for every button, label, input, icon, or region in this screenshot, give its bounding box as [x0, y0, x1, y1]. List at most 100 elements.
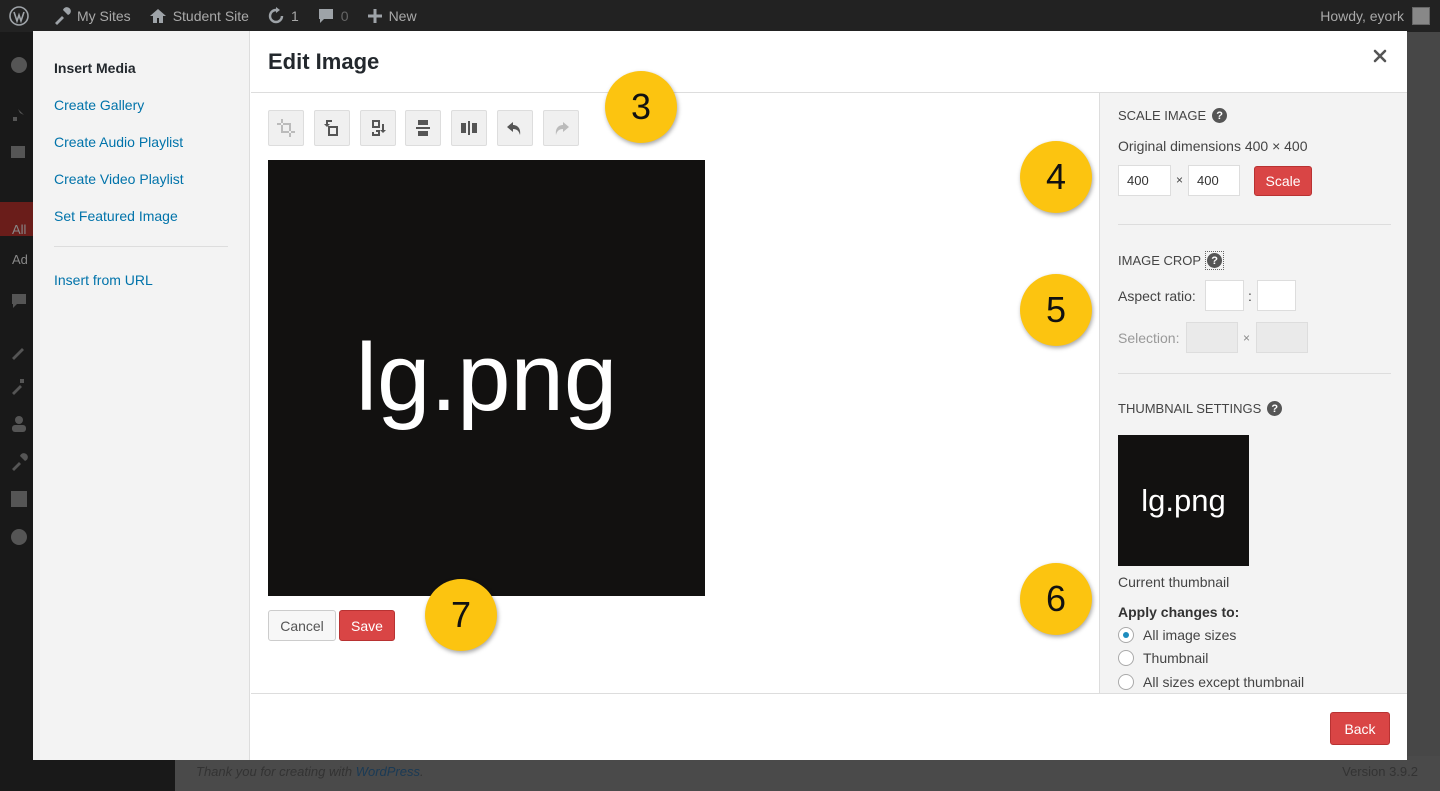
crop-icon: [277, 119, 295, 137]
callout-4: 4: [1020, 141, 1092, 213]
radio-unchecked: [1118, 650, 1134, 666]
updates-count: 1: [290, 8, 299, 24]
flip-vertical-button[interactable]: [405, 110, 441, 146]
scale-image-heading: SCALE IMAGE ?: [1118, 108, 1228, 123]
redo-button[interactable]: [543, 110, 579, 146]
my-sites-label: My Sites: [77, 8, 131, 24]
media-frame-toolbar: Back: [251, 693, 1407, 760]
home-icon: [149, 9, 166, 23]
plugins-icon: [10, 377, 28, 395]
radio-all-except-thumbnail[interactable]: All sizes except thumbnail: [1118, 674, 1304, 690]
aspect-ratio-label: Aspect ratio:: [1118, 288, 1196, 304]
greeting: Howdy, eyork: [1320, 8, 1404, 24]
pin-icon: [10, 105, 28, 123]
thumbnail-settings-heading: THUMBNAIL SETTINGS ?: [1118, 401, 1283, 416]
menu-item-create-gallery[interactable]: Create Gallery: [54, 97, 144, 113]
new-label: New: [388, 8, 417, 24]
image-crop-title: IMAGE CROP: [1118, 253, 1202, 268]
selection-height-input: [1256, 322, 1308, 353]
current-thumbnail-label: Current thumbnail: [1118, 574, 1230, 590]
collapse-icon: [10, 528, 28, 546]
admin-bar: My Sites Student Site 1 0 New Howdy, eyo…: [0, 0, 1440, 32]
rotate-left-button[interactable]: [314, 110, 350, 146]
aspect-ratio-height-input[interactable]: [1257, 280, 1296, 311]
help-icon[interactable]: ?: [1212, 108, 1228, 123]
menu-item-insert-from-url[interactable]: Insert from URL: [54, 272, 153, 288]
wordpress-logo-icon[interactable]: [0, 0, 44, 32]
menu-partial-add: Ad: [12, 252, 28, 267]
site-name-label: Student Site: [172, 8, 249, 24]
rotate-left-icon: [324, 120, 338, 136]
settings-icon: [10, 490, 28, 508]
scale-height-input[interactable]: 400: [1188, 165, 1240, 196]
menu-item-create-audio-playlist[interactable]: Create Audio Playlist: [54, 134, 183, 150]
footer-version: Version 3.9.2: [1342, 764, 1418, 779]
back-button[interactable]: Back: [1330, 712, 1390, 745]
new-content-menu[interactable]: New: [358, 0, 426, 32]
menu-separator: [54, 246, 228, 247]
menu-item-insert-media[interactable]: Insert Media: [54, 60, 136, 76]
comments-menu[interactable]: 0: [308, 0, 358, 32]
current-thumbnail-image: lg.png: [1118, 435, 1249, 566]
image-editor: lg.png Cancel Save: [251, 93, 1099, 693]
help-icon[interactable]: ?: [1267, 401, 1283, 416]
selection-label: Selection:: [1118, 330, 1180, 346]
avatar: [1412, 7, 1430, 25]
scale-width-input[interactable]: 400: [1118, 165, 1171, 196]
wordpress-link[interactable]: WordPress: [356, 764, 420, 779]
cancel-button[interactable]: Cancel: [268, 610, 336, 641]
image-preview-text: lg.png: [355, 324, 618, 431]
flip-horizontal-icon: [461, 121, 477, 135]
media-frame-title: Edit Image: [251, 31, 1407, 93]
help-focus-box[interactable]: ?: [1205, 251, 1225, 270]
comments-menu-icon: [10, 292, 28, 310]
radio-label: Thumbnail: [1143, 650, 1209, 666]
close-button[interactable]: [1369, 45, 1391, 67]
wrench-icon: [55, 7, 71, 25]
tools-icon: [10, 453, 28, 471]
footer-thanks-text: Thank you for creating with: [196, 764, 356, 779]
updates-menu[interactable]: 1: [258, 0, 308, 32]
radio-all-image-sizes[interactable]: All image sizes: [1118, 627, 1236, 643]
rotate-right-icon: [372, 120, 386, 136]
save-button[interactable]: Save: [339, 610, 395, 641]
site-name-menu[interactable]: Student Site: [140, 0, 258, 32]
original-dimensions: Original dimensions 400 × 400: [1118, 138, 1308, 154]
updates-icon: [268, 7, 284, 24]
my-sites-menu[interactable]: My Sites: [44, 0, 140, 32]
flip-vertical-icon: [416, 120, 430, 136]
callout-7: 7: [425, 579, 497, 651]
scale-button[interactable]: Scale: [1254, 166, 1312, 196]
plus-icon: [367, 9, 382, 23]
scale-times: ×: [1176, 173, 1184, 187]
callout-3: 3: [605, 71, 677, 143]
close-icon: [1373, 49, 1387, 63]
radio-checked: [1118, 627, 1134, 643]
page-title: Edit Image: [268, 49, 380, 74]
radio-label: All image sizes: [1143, 627, 1237, 643]
aspect-ratio-width-input[interactable]: [1205, 280, 1244, 311]
image-preview[interactable]: lg.png: [268, 160, 705, 596]
undo-button[interactable]: [497, 110, 533, 146]
dashboard-icon: [10, 56, 28, 74]
aspect-ratio-colon: :: [1248, 288, 1252, 304]
redo-icon: [555, 122, 569, 135]
comments-count: 0: [340, 8, 349, 24]
radio-label: All sizes except thumbnail: [1143, 674, 1305, 690]
comment-icon: [318, 9, 333, 23]
undo-icon: [507, 122, 521, 135]
image-crop-heading: IMAGE CROP ?: [1118, 251, 1225, 270]
crop-button[interactable]: [268, 110, 304, 146]
footer-thanks: Thank you for creating with WordPress.: [196, 764, 424, 779]
menu-item-set-featured-image[interactable]: Set Featured Image: [54, 208, 178, 224]
radio-unchecked: [1118, 674, 1134, 690]
footer-thanks-end: .: [420, 764, 424, 779]
selection-times: ×: [1243, 331, 1251, 345]
section-divider: [1118, 224, 1391, 225]
flip-horizontal-button[interactable]: [451, 110, 487, 146]
radio-thumbnail[interactable]: Thumbnail: [1118, 650, 1208, 666]
menu-item-create-video-playlist[interactable]: Create Video Playlist: [54, 171, 184, 187]
account-menu[interactable]: Howdy, eyork: [1320, 7, 1440, 25]
image-editor-settings: SCALE IMAGE ? Original dimensions 400 × …: [1099, 93, 1407, 693]
rotate-right-button[interactable]: [360, 110, 396, 146]
